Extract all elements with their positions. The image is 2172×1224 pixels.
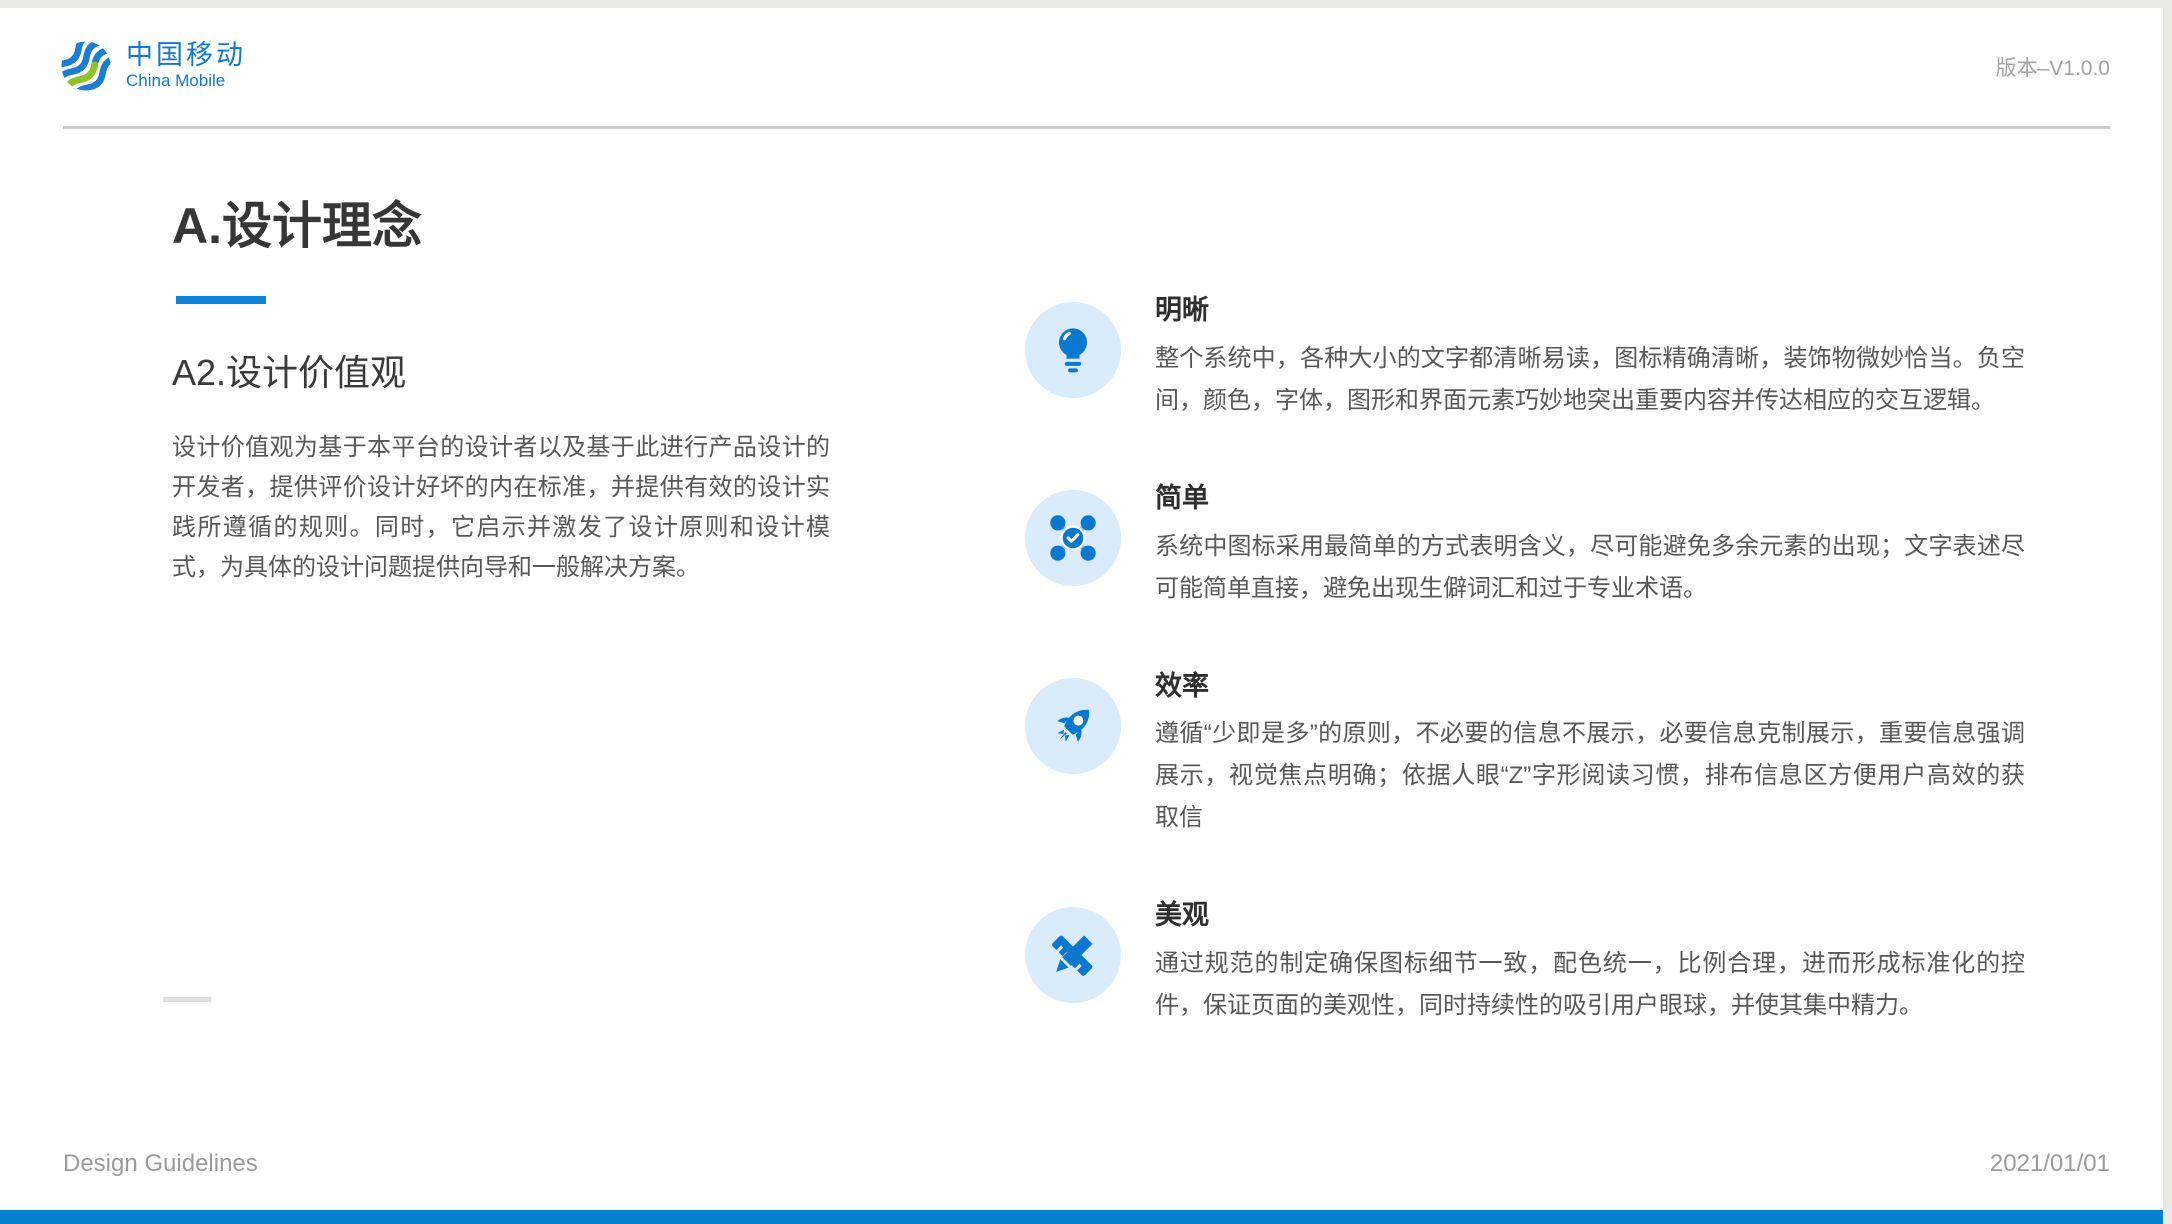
pencil-ruler-icon (1025, 907, 1121, 1003)
value-item-simple: 简单 系统中图标采用最简单的方式表明含义，尽可能避免多余元素的出现；文字表述尽可… (1025, 480, 2025, 610)
value-desc: 遵循“少即是多”的原则，不必要的信息不展示，必要信息克制展示，重要信息强调展示，… (1155, 713, 2025, 839)
nodes-check-icon (1025, 490, 1121, 586)
footer-doc-name: Design Guidelines (63, 1150, 258, 1178)
values-list: 明晰 整个系统中，各种大小的文字都清晰易读，图标精确清晰，装饰物微妙恰当。负空间… (1025, 292, 2025, 1085)
lightbulb-icon (1025, 302, 1121, 398)
value-title: 美观 (1155, 897, 2025, 935)
version-label: 版本–V1.0.0 (1996, 52, 2110, 82)
logo-en-text: China Mobile (126, 70, 246, 91)
value-desc: 整个系统中，各种大小的文字都清晰易读，图标精确清晰，装饰物微妙恰当。负空间，颜色… (1155, 338, 2025, 422)
value-item-clarity: 明晰 整个系统中，各种大小的文字都清晰易读，图标精确清晰，装饰物微妙恰当。负空间… (1025, 292, 2025, 422)
screen: 中国移动 China Mobile 版本–V1.0.0 A.设计理念 A2.设计… (0, 0, 2172, 1224)
value-desc: 通过规范的制定确保图标细节一致，配色统一，比例合理，进而形成标准化的控件，保证页… (1155, 943, 2025, 1027)
value-item-aesthetics: 美观 通过规范的制定确保图标细节一致，配色统一，比例合理，进而形成标准化的控件，… (1025, 897, 2025, 1027)
rocket-icon (1025, 678, 1121, 774)
header-divider (63, 126, 2110, 129)
value-title: 明晰 (1155, 292, 2025, 330)
china-mobile-logo: 中国移动 China Mobile (58, 38, 246, 94)
value-item-efficiency: 效率 遵循“少即是多”的原则，不必要的信息不展示，必要信息克制展示，重要信息强调… (1025, 668, 2025, 840)
footer-date: 2021/01/01 (1990, 1150, 2110, 1178)
china-mobile-globe-icon (58, 38, 114, 94)
accent-bar (176, 296, 266, 304)
page-title: A.设计理念 (172, 186, 422, 258)
section-body: 设计价值观为基于本平台的设计者以及基于此进行产品设计的开发者，提供评价设计好坏的… (172, 428, 830, 588)
bottom-accent-bar (0, 1210, 2163, 1224)
value-desc: 系统中图标采用最简单的方式表明含义，尽可能避免多余元素的出现；文字表述尽可能简单… (1155, 526, 2025, 610)
section-title: A2.设计价值观 (172, 344, 406, 396)
decorative-dash (163, 997, 211, 1002)
value-title: 简单 (1155, 480, 2025, 518)
logo-cn-text: 中国移动 (126, 41, 246, 71)
value-title: 效率 (1155, 668, 2025, 706)
slide-page: 中国移动 China Mobile 版本–V1.0.0 A.设计理念 A2.设计… (0, 8, 2163, 1224)
